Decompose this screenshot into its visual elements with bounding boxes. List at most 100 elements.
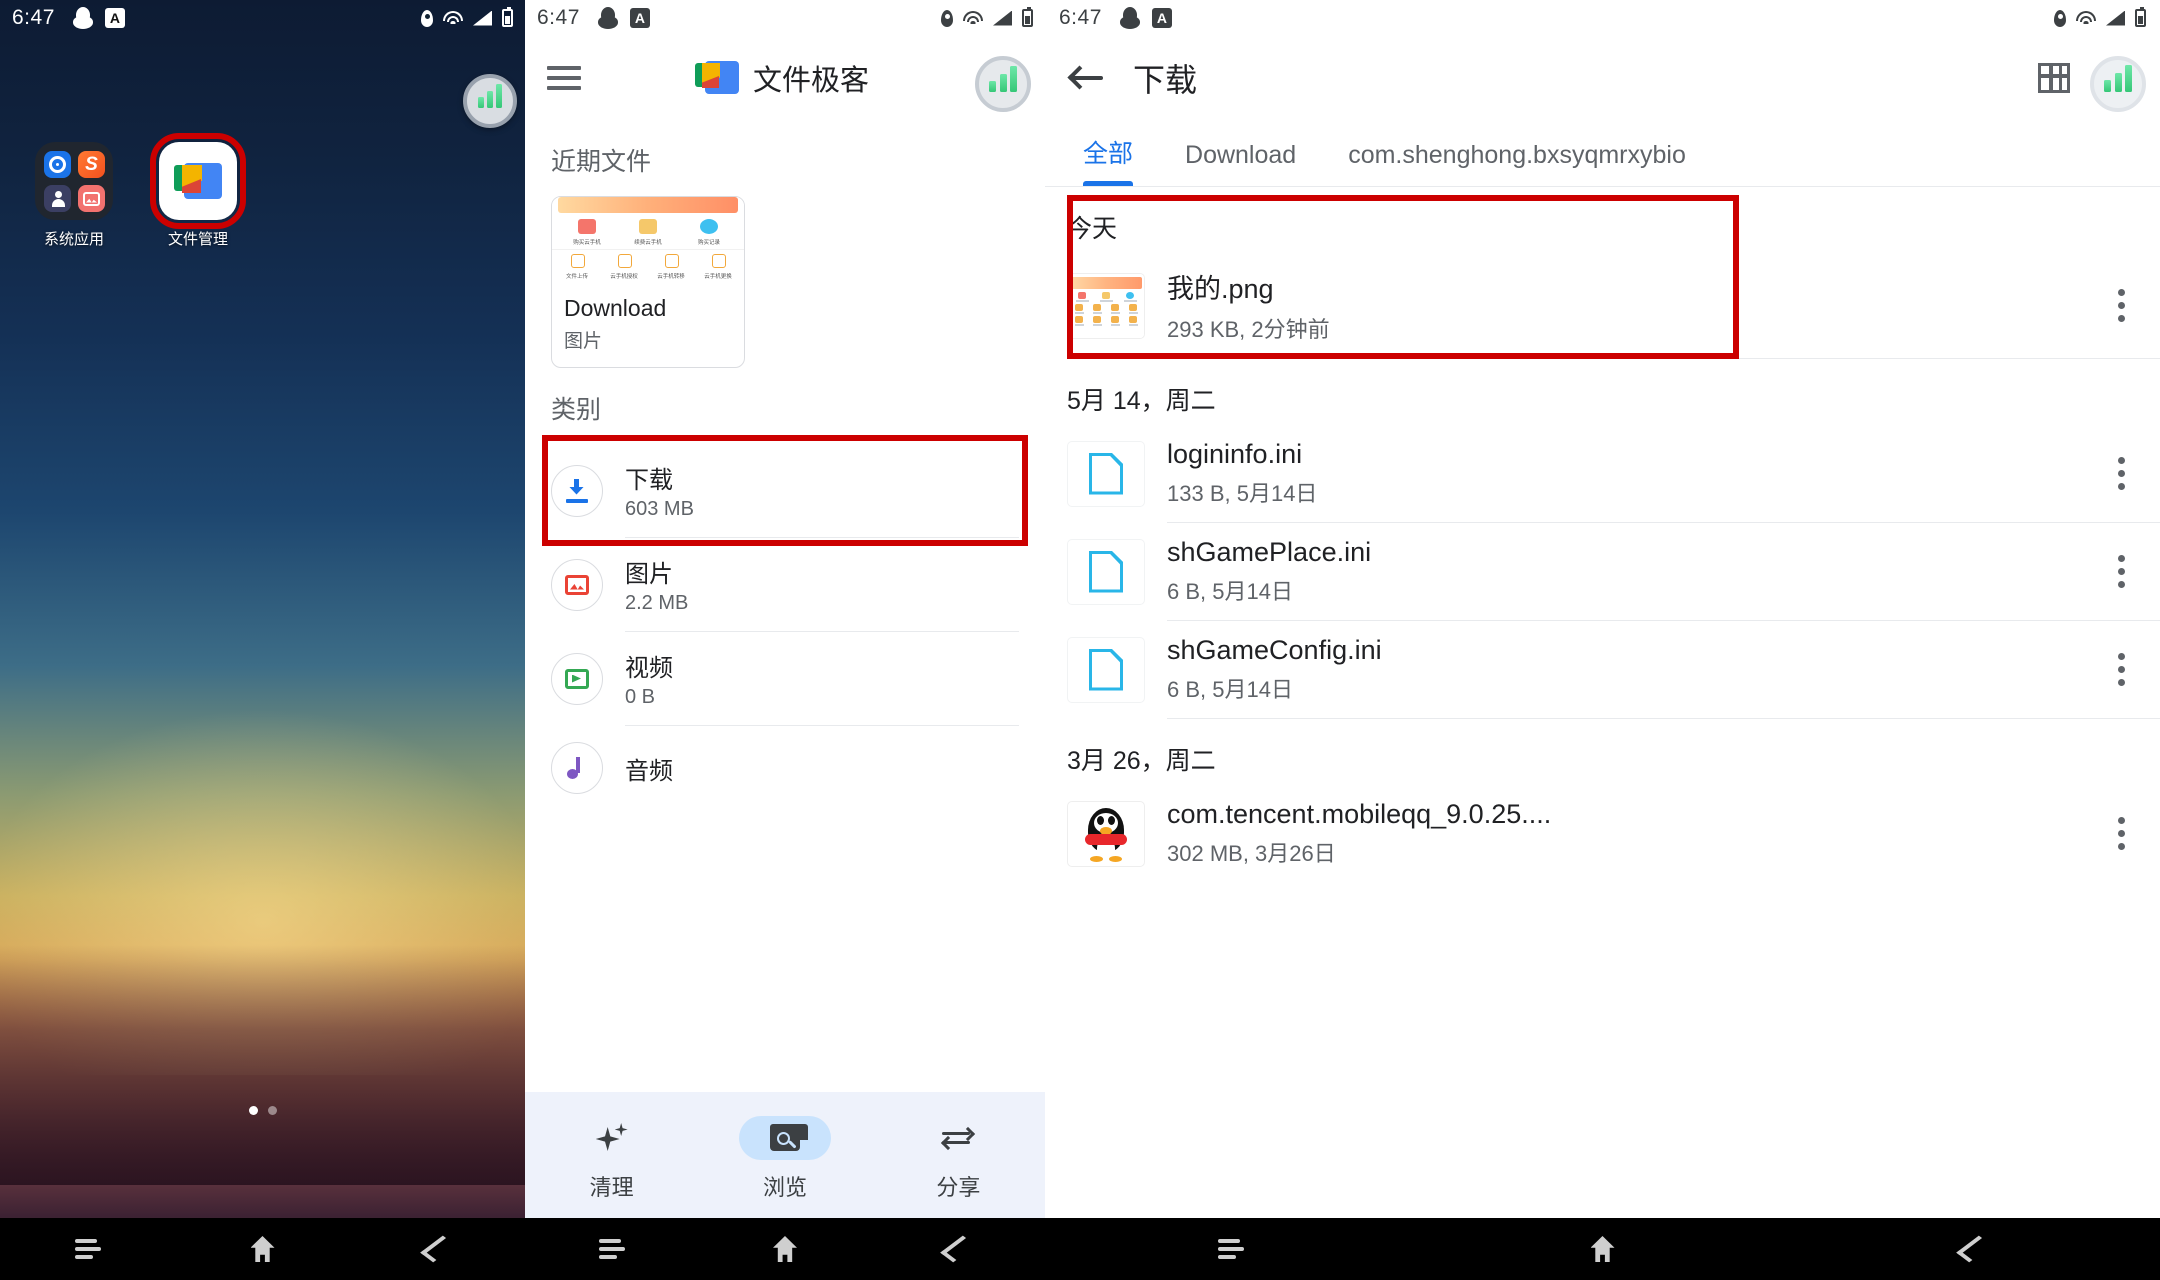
nav-home-button-3[interactable] xyxy=(1417,1236,1789,1262)
qq-penguin-icon xyxy=(1067,800,1145,867)
signal-strength-widget-2[interactable] xyxy=(975,56,1031,112)
row-more-icon[interactable] xyxy=(2118,289,2126,322)
home-icon xyxy=(772,1236,797,1262)
category-size: 2.2 MB xyxy=(625,592,689,614)
nav-back-button-2[interactable] xyxy=(872,1235,1045,1263)
bottom-navigation: 清理 浏览 分享 xyxy=(525,1092,1045,1218)
group-label: 3月 26，周二 xyxy=(1067,747,1216,775)
bottom-nav-share[interactable]: 分享 xyxy=(872,1116,1045,1202)
settings-app-icon[interactable] xyxy=(44,151,71,178)
signal-strength-widget[interactable] xyxy=(463,74,517,128)
thumb-cell xyxy=(1075,291,1089,302)
category-size: 603 MB xyxy=(625,498,694,520)
home-icon xyxy=(1590,1236,1615,1262)
thumb-cell xyxy=(1092,315,1102,326)
android-home-screen-panel: 6:47 A S 系统应用 文件管理 xyxy=(0,0,525,1280)
category-row-videos[interactable]: 视频 0 B xyxy=(551,632,1019,725)
share-pill xyxy=(912,1116,1004,1160)
thumb-grid-row2: 文件上传 云手机授权 云手机转移 云手机更换 xyxy=(552,249,744,284)
thumb-cell xyxy=(1128,315,1138,326)
category-row-downloads[interactable]: 下载 603 MB xyxy=(542,435,1028,546)
app-folder-system[interactable]: S 系统应用 xyxy=(26,142,122,249)
nav-back-button-3[interactable] xyxy=(1788,1235,2160,1263)
thumb-cell: 云手机授权 xyxy=(608,254,642,280)
file-name: com.tencent.mobileqq_9.0.25.... xyxy=(1167,799,1552,829)
files-go-logo-2 xyxy=(694,60,739,96)
row-more-icon[interactable] xyxy=(2118,457,2126,490)
row-more-icon[interactable] xyxy=(2118,653,2126,686)
status-bar: 6:47 A xyxy=(0,0,525,36)
category-size: 0 B xyxy=(625,686,656,708)
divider xyxy=(1167,358,2160,359)
file-meta: com.tencent.mobileqq_9.0.25.... 302 MB, … xyxy=(1167,799,2076,868)
grid-view-icon[interactable] xyxy=(2038,63,2070,93)
files-go-logo xyxy=(174,161,222,201)
page-dot-1[interactable] xyxy=(248,1106,258,1115)
tab-download[interactable]: Download xyxy=(1159,141,1322,186)
wallet-icon xyxy=(577,219,596,234)
bottom-nav-browse[interactable]: 浏览 xyxy=(698,1116,871,1202)
nav-back-button-1[interactable] xyxy=(350,1235,525,1263)
home-page-indicator[interactable] xyxy=(0,1106,525,1115)
file-group-mar26: 3月 26，周二 com.tencent.mobileqq_9.0.25....… xyxy=(1045,719,2160,882)
nav-home-button-1[interactable] xyxy=(175,1236,350,1262)
row-more-icon[interactable] xyxy=(2118,555,2126,588)
page-dot-2[interactable] xyxy=(267,1106,277,1115)
signal-icon-3 xyxy=(2106,10,2125,26)
file-subtitle: 133 B, 5月14日 xyxy=(1167,481,1318,506)
files-go-body: 近期文件 购买云手机 续费云手机 购买记录 文件上传 云手机授权 云手机转移 云… xyxy=(525,142,1045,810)
files-app-icon[interactable] xyxy=(150,133,246,229)
upload-icon xyxy=(570,254,585,268)
nav-recent-button-3[interactable] xyxy=(1045,1239,1417,1259)
sogou-app-icon[interactable]: S xyxy=(78,151,105,178)
category-text: 视频 0 B xyxy=(625,648,1019,709)
thumb-row xyxy=(1070,315,1142,327)
table-row[interactable]: shGameConfig.ini 6 B, 5月14日 xyxy=(1045,621,2160,718)
sparkle-icon xyxy=(595,1123,628,1153)
row-more-icon[interactable] xyxy=(2118,817,2126,850)
status-bar-system-icons-3 xyxy=(2054,7,2146,27)
hamburger-menu-icon[interactable] xyxy=(547,66,581,90)
table-row[interactable]: shGamePlace.ini 6 B, 5月14日 xyxy=(1045,523,2160,620)
category-name: 音频 xyxy=(625,757,673,785)
contacts-app-icon[interactable] xyxy=(44,185,71,212)
table-row[interactable]: 我的.png 293 KB, 2分钟前 xyxy=(1045,253,2160,358)
authorize-icon xyxy=(617,254,632,268)
file-name: shGamePlace.ini xyxy=(1167,537,1372,567)
home-app-row: S 系统应用 文件管理 xyxy=(26,133,246,249)
status-bar-system-icons-2 xyxy=(941,7,1033,27)
gallery-app-icon[interactable] xyxy=(78,185,105,212)
browse-folder-icon xyxy=(769,1124,808,1152)
recent-card-meta: Download 图片 xyxy=(552,285,744,367)
nav-home-button-2[interactable] xyxy=(698,1236,871,1262)
bottom-nav-clean[interactable]: 清理 xyxy=(525,1116,698,1202)
table-row[interactable]: com.tencent.mobileqq_9.0.25.... 302 MB, … xyxy=(1045,785,2160,882)
category-row-images[interactable]: 图片 2.2 MB xyxy=(551,538,1019,631)
nav-recent-button-1[interactable] xyxy=(0,1239,175,1259)
status-bar-notifications: A xyxy=(72,7,125,29)
wallpaper-hill xyxy=(0,945,525,1185)
file-group-may14: 5月 14，周二 logininfo.ini 133 B, 5月14日 shGa… xyxy=(1045,359,2160,719)
nav-recent-button-2[interactable] xyxy=(525,1239,698,1259)
signal-strength-widget-3[interactable] xyxy=(2090,56,2146,112)
tab-all[interactable]: 全部 xyxy=(1071,134,1159,186)
table-row[interactable]: logininfo.ini 133 B, 5月14日 xyxy=(1045,425,2160,522)
app-files-manager[interactable]: 文件管理 xyxy=(150,133,246,249)
app-a-notification-icon-2: A xyxy=(629,8,650,28)
category-row-audio[interactable]: 音频 xyxy=(551,726,1019,810)
recent-file-card[interactable]: 购买云手机 续费云手机 购买记录 文件上传 云手机授权 云手机转移 云手机更换 … xyxy=(551,196,745,368)
wifi-icon-2 xyxy=(963,10,983,26)
home-icon xyxy=(250,1236,275,1262)
app-brand: 文件极客 xyxy=(599,57,965,99)
folder-tabs: 全部 Download com.shenghong.bxsyqmrxybio xyxy=(1045,120,2160,186)
folder-tile[interactable]: S xyxy=(35,142,113,220)
back-arrow-icon[interactable] xyxy=(1067,63,1105,93)
wifi-icon-3 xyxy=(2076,10,2096,26)
file-subtitle: 6 B, 5月14日 xyxy=(1167,677,1293,702)
app-a-notification-icon: A xyxy=(104,8,125,28)
thumb-cell-label: 云手机更换 xyxy=(704,274,733,280)
tab-package[interactable]: com.shenghong.bxsyqmrxybio xyxy=(1322,141,1712,186)
category-name: 图片 xyxy=(625,561,673,588)
page-title: 下载 xyxy=(1133,62,1198,98)
group-label: 今天 xyxy=(1067,215,1118,243)
